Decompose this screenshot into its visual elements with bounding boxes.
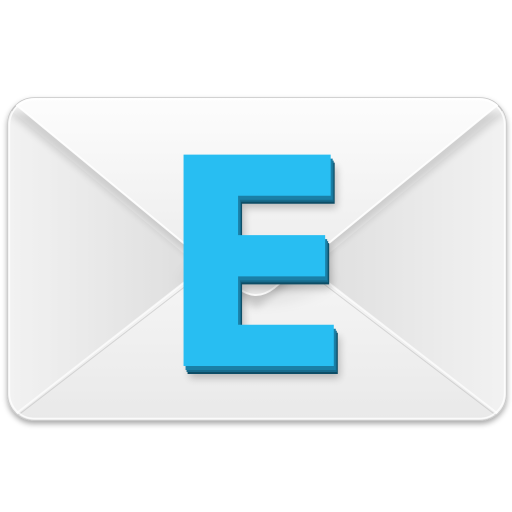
letter-e-mark: E E E E E — [157, 98, 361, 447]
letter-face: E — [157, 98, 355, 435]
app-icon-canvas: E E E E E — [0, 0, 512, 512]
envelope-icon[interactable]: E E E E E — [0, 0, 512, 512]
